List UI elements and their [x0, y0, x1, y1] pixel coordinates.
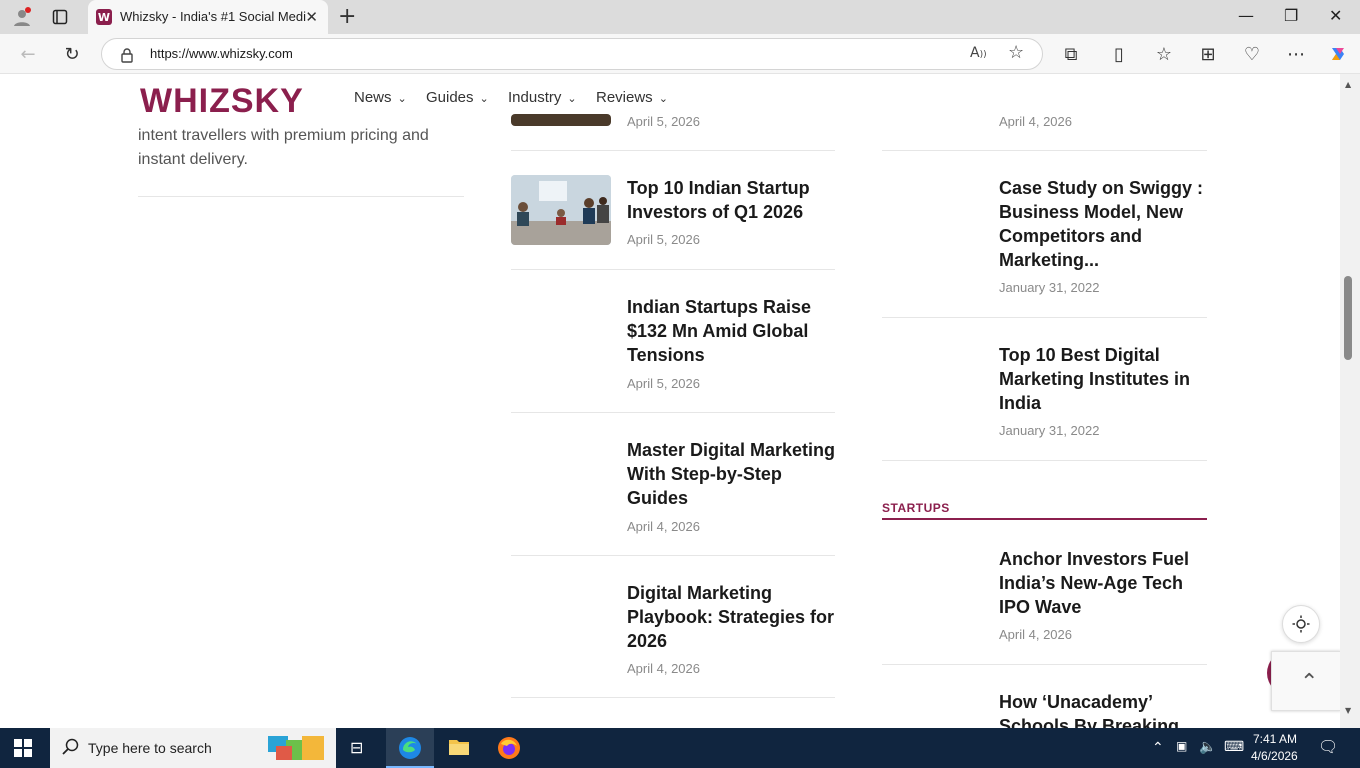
- copilot-icon[interactable]: [1326, 42, 1350, 66]
- tab-title: Whizsky - India's #1 Social Media: [120, 9, 306, 24]
- sun-icon: [1292, 615, 1310, 633]
- tab-strip: W Whizsky - India's #1 Social Media ✕ + …: [0, 0, 1360, 34]
- article-date: April 4, 2026: [999, 114, 1072, 129]
- chevron-down-icon: ⌄: [397, 93, 407, 105]
- windows-start-icon[interactable]: [14, 739, 32, 761]
- taskbar-edge-button[interactable]: [386, 728, 434, 768]
- browser-tab-active[interactable]: W Whizsky - India's #1 Social Media ✕: [88, 0, 328, 34]
- profile-icon[interactable]: [10, 5, 34, 29]
- tab-close-icon[interactable]: ✕: [305, 8, 318, 26]
- search-icon: [62, 738, 80, 760]
- split-screen-icon[interactable]: ▯: [1107, 42, 1131, 66]
- extensions-icon[interactable]: ⧉: [1059, 42, 1083, 66]
- divider: [511, 555, 835, 556]
- sidebar-description: intent travellers with premium pricing a…: [138, 127, 429, 168]
- divider: [511, 412, 835, 413]
- read-aloud-icon[interactable]: A)): [970, 45, 987, 61]
- restore-icon[interactable]: ❐: [1284, 6, 1298, 25]
- keyboard-icon[interactable]: ⌨: [1224, 738, 1244, 755]
- settings-more-icon[interactable]: ⋯: [1284, 42, 1308, 66]
- article-date: April 5, 2026: [627, 114, 700, 129]
- section-underline: [882, 518, 1207, 520]
- scrollbar-thumb[interactable]: [1344, 276, 1352, 360]
- article-date: April 4, 2026: [627, 661, 700, 676]
- scroll-up-icon[interactable]: ▲: [1345, 80, 1351, 89]
- chevron-down-icon: ⌄: [567, 93, 577, 105]
- divider: [882, 150, 1207, 151]
- lock-icon[interactable]: [120, 47, 134, 67]
- nav-news-label: News: [354, 89, 392, 106]
- divider: [882, 317, 1207, 318]
- clock-date[interactable]: 4/6/2026: [1251, 749, 1298, 763]
- article-title[interactable]: Top 10 Best Digital Marketing Institutes…: [999, 343, 1199, 415]
- edge-icon: [399, 737, 421, 759]
- back-icon[interactable]: ←: [16, 42, 40, 66]
- article-title[interactable]: Anchor Investors Fuel India’s New-Age Te…: [999, 547, 1199, 619]
- web-page: WHIZSKY News ⌄ Guides ⌄ Industry ⌄ Reviews ⌄…: [0, 74, 1340, 728]
- favorites-icon[interactable]: ☆: [1152, 42, 1176, 66]
- nav-industry[interactable]: Industry ⌄: [508, 89, 577, 106]
- recaptcha-badge[interactable]: ⌃: [1271, 651, 1340, 711]
- windows-taskbar: Type here to search ⊟ ⌃ ▣ 🔈 ⌨ 7:41 AM 4/…: [0, 728, 1360, 768]
- taskbar-search-box[interactable]: Type here to search: [50, 728, 336, 768]
- divider: [882, 460, 1207, 461]
- article-title[interactable]: Digital Marketing Playbook: Strategies f…: [627, 581, 837, 653]
- network-icon[interactable]: ▣: [1176, 739, 1187, 753]
- article-date: April 5, 2026: [627, 232, 700, 247]
- close-window-icon[interactable]: ✕: [1329, 6, 1342, 25]
- minimize-icon[interactable]: —: [1238, 6, 1254, 25]
- nav-industry-label: Industry: [508, 89, 562, 106]
- notifications-icon[interactable]: 🗨: [1318, 737, 1338, 757]
- article-thumbnail[interactable]: [511, 114, 611, 126]
- article-date: April 4, 2026: [999, 627, 1072, 642]
- article-title[interactable]: How ‘Unacademy’ Schools By Breaking The: [999, 690, 1204, 728]
- section-heading-startups[interactable]: STARTUPS: [882, 501, 950, 515]
- article-date: April 4, 2026: [627, 519, 700, 534]
- task-view-icon[interactable]: ⊟: [350, 738, 363, 757]
- firefox-icon[interactable]: [497, 736, 521, 764]
- nav-news[interactable]: News ⌄: [354, 89, 407, 106]
- divider: [882, 664, 1207, 665]
- collections-icon[interactable]: ⊞: [1196, 42, 1220, 66]
- nav-reviews-label: Reviews: [596, 89, 653, 106]
- divider: [138, 196, 464, 197]
- nav-reviews[interactable]: Reviews ⌄: [596, 89, 668, 106]
- page-scrollbar[interactable]: ▲ ▼: [1340, 74, 1360, 728]
- chevron-down-icon: ⌄: [658, 93, 668, 105]
- article-title[interactable]: Indian Startups Raise $132 Mn Amid Globa…: [627, 295, 827, 367]
- divider: [511, 269, 835, 270]
- article-date: January 31, 2022: [999, 423, 1100, 438]
- browser-essentials-icon[interactable]: ♡: [1240, 42, 1264, 66]
- divider: [511, 697, 835, 698]
- article-title[interactable]: Top 10 Indian Startup Investors of Q1 20…: [627, 176, 837, 224]
- site-logo[interactable]: WHIZSKY: [140, 82, 304, 121]
- favorite-star-icon[interactable]: ☆: [1008, 42, 1024, 63]
- chevron-down-icon: ⌄: [479, 93, 489, 105]
- refresh-icon[interactable]: ↻: [60, 42, 84, 66]
- article-date: April 5, 2026: [627, 376, 700, 391]
- address-bar[interactable]: https://www.whizsky.com A)) ☆: [101, 38, 1043, 70]
- scroll-down-icon[interactable]: ▼: [1345, 706, 1351, 715]
- tab-actions-icon[interactable]: [48, 5, 72, 29]
- file-explorer-icon[interactable]: [448, 737, 470, 761]
- new-tab-icon[interactable]: +: [338, 4, 356, 29]
- tray-chevron-up-icon[interactable]: ⌃: [1152, 739, 1164, 756]
- site-favicon-icon: W: [96, 9, 112, 25]
- article-date: January 31, 2022: [999, 280, 1100, 295]
- search-highlight-icon: [266, 732, 328, 764]
- volume-icon[interactable]: 🔈: [1199, 738, 1216, 755]
- article-thumbnail[interactable]: [511, 175, 611, 245]
- nav-guides[interactable]: Guides ⌄: [426, 89, 489, 106]
- article-title[interactable]: Case Study on Swiggy : Business Model, N…: [999, 176, 1204, 272]
- search-placeholder: Type here to search: [88, 740, 212, 756]
- url-text[interactable]: https://www.whizsky.com: [150, 46, 293, 61]
- browser-toolbar: ← ↻ https://www.whizsky.com A)) ☆ ⧉ ▯ ☆ …: [0, 34, 1360, 74]
- theme-toggle-button[interactable]: [1282, 605, 1320, 643]
- clock-time[interactable]: 7:41 AM: [1253, 732, 1297, 746]
- divider: [511, 150, 835, 151]
- chevron-up-icon: ⌃: [1300, 670, 1319, 695]
- nav-guides-label: Guides: [426, 89, 474, 106]
- article-title[interactable]: Master Digital Marketing With Step-by-St…: [627, 438, 839, 510]
